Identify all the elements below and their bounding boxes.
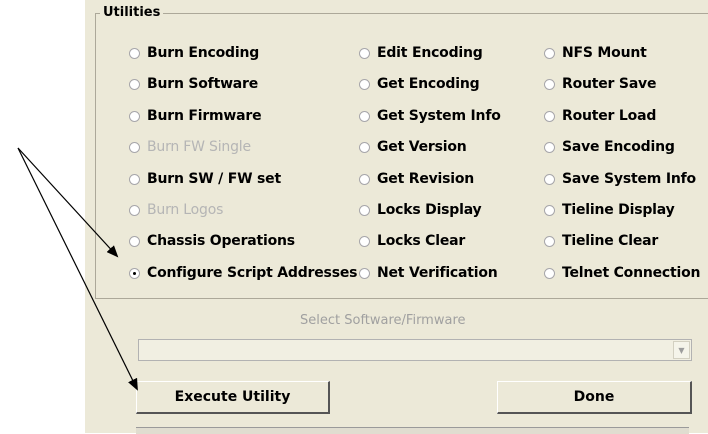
annotation-arrow-to-radio [17, 147, 119, 258]
annotation-arrows [17, 147, 138, 391]
annotation-arrow-to-execute [17, 147, 138, 391]
